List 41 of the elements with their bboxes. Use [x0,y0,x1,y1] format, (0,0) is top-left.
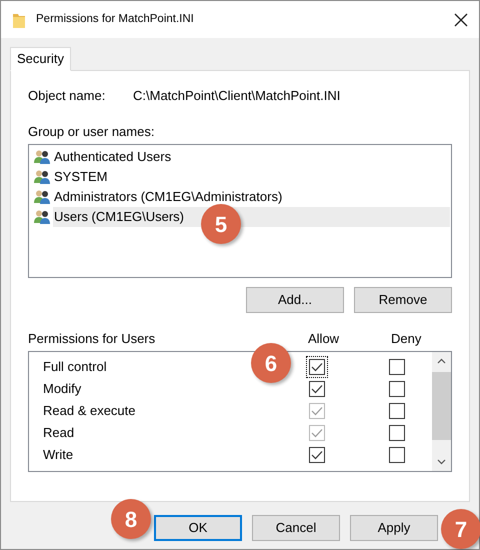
field-label: Object name: [28,87,106,106]
dialog-button[interactable]: Cancel [252,515,340,541]
scroll-thumb[interactable] [432,372,451,440]
dialog-button[interactable]: Add... [246,287,344,313]
users-icon [34,210,50,224]
section-label: Group or user names: [28,123,156,140]
scrollbar[interactable] [432,352,451,471]
user-list-item[interactable]: Authenticated Users [53,147,450,167]
dialog-button[interactable]: Remove [354,287,452,313]
column-header: Allow [308,330,340,348]
checkbox[interactable] [389,425,405,441]
scroll-up-icon[interactable] [437,358,446,364]
permission-name: Full control [43,358,107,376]
checkbox[interactable] [389,359,405,375]
permission-name: Write [43,446,74,464]
checkbox[interactable] [309,359,325,375]
users-icon [34,190,50,204]
checkbox[interactable] [389,403,405,419]
step-badge: 7 [441,509,480,549]
user-list-item[interactable]: Administrators (CM1EG\Administrators) [53,187,450,207]
permission-name: Modify [43,380,82,398]
checkbox[interactable] [309,381,325,397]
folder-icon [13,12,25,28]
checkbox[interactable] [309,447,325,463]
close-icon[interactable] [453,12,469,28]
dialog-button[interactable]: OK [154,515,242,541]
column-header: Deny [391,330,422,348]
users-icon [34,150,50,164]
user-list-item[interactable]: SYSTEM [53,167,450,187]
step-badge: 8 [111,499,151,539]
tab[interactable]: Security [10,47,71,71]
scroll-down-icon[interactable] [437,459,446,465]
dialog-button[interactable]: Apply [350,515,438,541]
checkbox[interactable] [389,381,405,397]
section-label: Permissions for Users [28,330,156,348]
users-icon [34,170,50,184]
permission-name: Read [43,424,74,442]
window-title: Permissions for MatchPoint.INI [36,12,194,27]
checkbox[interactable] [389,447,405,463]
permission-name: Read & execute [43,402,136,420]
object-name-value: C:\MatchPoint\Client\MatchPoint.INI [133,87,340,106]
